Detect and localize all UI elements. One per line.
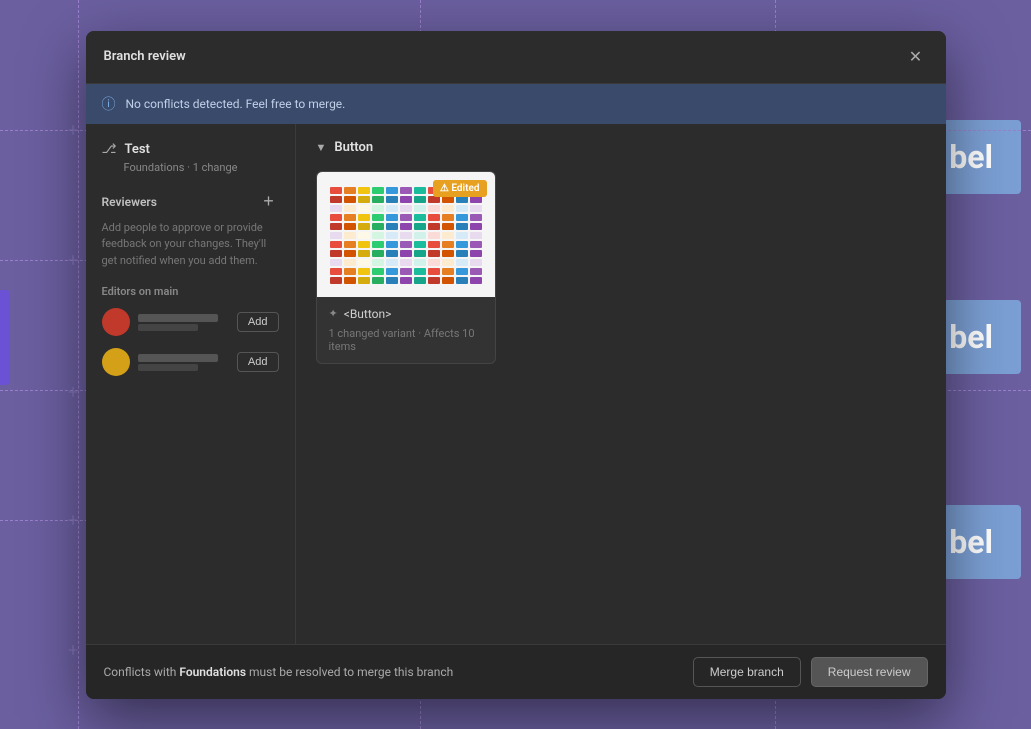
branch-name: Test <box>124 142 149 157</box>
left-panel: ⎇ Test Foundations · 1 change Reviewers … <box>86 124 296 644</box>
editors-label: Editors on main <box>102 285 279 298</box>
chevron-down-icon: ▼ <box>316 141 327 154</box>
branch-review-modal: Branch review ✕ ⓘ No conflicts detected.… <box>86 31 946 699</box>
component-card[interactable]: ⚠ Edited <box>316 171 496 364</box>
component-preview-svg <box>328 182 483 287</box>
conflict-suffix: must be resolved to merge this branch <box>246 665 453 679</box>
reviewer-details-1 <box>138 314 218 331</box>
add-reviewer-button[interactable]: + <box>259 192 279 212</box>
reviewer-info-1 <box>102 308 218 336</box>
reviewer-info-2 <box>102 348 218 376</box>
card-preview: ⚠ Edited <box>317 172 495 297</box>
reviewer-details-2 <box>138 354 218 371</box>
right-panel: ▼ Button ⚠ Edited <box>296 124 946 644</box>
section-header: ▼ Button <box>316 140 926 155</box>
modal-header: Branch review ✕ <box>86 31 946 84</box>
reviewer-role-2 <box>138 364 198 371</box>
branch-meta: Foundations · 1 change <box>124 161 279 174</box>
reviewer-name-2 <box>138 354 218 362</box>
reviewers-hint: Add people to approve or provide feedbac… <box>102 220 279 270</box>
conflict-foundation: Foundations <box>179 665 246 679</box>
info-banner-text: No conflicts detected. Feel free to merg… <box>126 97 346 111</box>
reviewers-header: Reviewers + <box>102 192 279 212</box>
avatar-2 <box>102 348 130 376</box>
reviewer-role-1 <box>138 324 198 331</box>
component-name: <Button> <box>344 307 392 321</box>
footer-actions: Merge branch Request review <box>693 657 928 687</box>
add-reviewer-2-button[interactable]: Add <box>237 352 279 372</box>
modal-body: ⎇ Test Foundations · 1 change Reviewers … <box>86 124 946 644</box>
modal-footer: Conflicts with Foundations must be resol… <box>86 644 946 699</box>
modal-overlay: Branch review ✕ ⓘ No conflicts detected.… <box>0 0 1031 729</box>
section-title: Button <box>334 140 373 155</box>
merge-branch-button[interactable]: Merge branch <box>693 657 801 687</box>
avatar-1 <box>102 308 130 336</box>
info-icon: ⓘ <box>102 94 116 114</box>
reviewer-row-2: Add <box>102 348 279 376</box>
reviewer-row: Add <box>102 308 279 336</box>
conflict-prefix: Conflicts with <box>104 665 180 679</box>
branch-header: ⎇ Test <box>102 142 279 157</box>
branch-icon: ⎇ <box>102 142 117 157</box>
add-reviewer-1-button[interactable]: Add <box>237 312 279 332</box>
info-banner: ⓘ No conflicts detected. Feel free to me… <box>86 84 946 124</box>
edited-badge: ⚠ Edited <box>433 180 487 197</box>
close-button[interactable]: ✕ <box>904 45 928 69</box>
card-footer: ✦ <Button> 1 changed variant · Affects 1… <box>317 297 495 363</box>
modal-title: Branch review <box>104 49 186 64</box>
reviewer-name-1 <box>138 314 218 322</box>
conflict-text: Conflicts with Foundations must be resol… <box>104 665 454 679</box>
reviewers-label: Reviewers <box>102 195 157 209</box>
component-icon: ✦ <box>329 307 338 320</box>
component-name-row: ✦ <Button> <box>329 307 483 321</box>
request-review-button[interactable]: Request review <box>811 657 928 687</box>
component-meta: 1 changed variant · Affects 10 items <box>329 327 483 353</box>
